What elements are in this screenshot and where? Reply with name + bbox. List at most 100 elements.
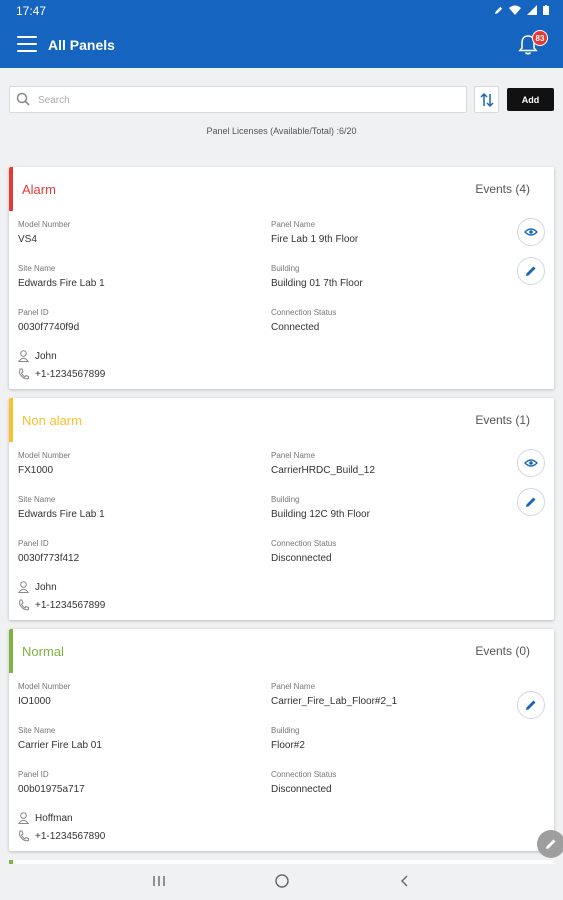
- floating-edit-button[interactable]: [537, 830, 563, 858]
- contact-phone-row: +1-1234567899: [18, 368, 105, 380]
- sort-button[interactable]: [474, 86, 499, 113]
- edit-button[interactable]: [517, 691, 545, 719]
- add-button[interactable]: Add: [507, 88, 554, 111]
- signal-icon: [527, 4, 537, 18]
- panel-card-normal[interactable]: Normal Events (0) Model Number IO1000 Pa…: [9, 629, 554, 851]
- status-accent: [9, 629, 13, 673]
- site-name-value: Edwards Fire Lab 1: [18, 278, 105, 289]
- home-icon[interactable]: [273, 872, 291, 890]
- panel-card-non-alarm[interactable]: Non alarm Events (1) Model Number FX1000…: [9, 398, 554, 620]
- eye-icon: [524, 228, 538, 236]
- phone-icon: [18, 830, 29, 842]
- view-button[interactable]: [517, 218, 545, 246]
- panel-status: Normal: [22, 644, 64, 659]
- panel-name-label: Panel Name: [271, 220, 316, 229]
- edit-status-icon: [494, 4, 503, 18]
- contact-phone-row: +1-1234567899: [18, 599, 105, 611]
- panel-licenses: Panel Licenses (Available/Total) :6/20: [206, 126, 357, 136]
- panel-status: Alarm: [22, 182, 56, 197]
- search-box: [9, 86, 467, 113]
- recent-apps-icon[interactable]: [150, 872, 168, 890]
- connection-status-label: Connection Status: [271, 539, 337, 548]
- connection-status-value: Connected: [271, 322, 320, 333]
- clock: 17:47: [16, 4, 47, 18]
- battery-icon: [543, 4, 549, 18]
- site-name-label: Site Name: [18, 495, 56, 504]
- contact-phone: +1-1234567890: [35, 830, 106, 842]
- model-number-label: Model Number: [18, 220, 71, 229]
- panel-name-value: Fire Lab 1 9th Floor: [271, 234, 359, 245]
- panel-id-value: 0030f7740f9d: [18, 322, 80, 333]
- model-number-value: FX1000: [18, 465, 54, 476]
- person-icon: [18, 812, 29, 824]
- page-title: All Panels: [48, 37, 115, 53]
- phone-icon: [18, 368, 29, 380]
- building-label: Building: [271, 495, 300, 504]
- contact-phone: +1-1234567899: [35, 599, 106, 611]
- events-link[interactable]: Events (1): [475, 413, 530, 427]
- system-icons: [494, 4, 549, 18]
- site-name-label: Site Name: [18, 264, 56, 273]
- contact-name-row: John: [18, 581, 57, 593]
- status-accent: [9, 167, 13, 211]
- site-name-value: Carrier Fire Lab 01: [18, 740, 102, 751]
- connection-status-value: Disconnected: [271, 553, 332, 564]
- contact-phone: +1-1234567899: [35, 368, 106, 380]
- site-name-label: Site Name: [18, 726, 56, 735]
- panel-id-value: 0030f773f412: [18, 553, 80, 564]
- pencil-icon: [526, 700, 536, 710]
- phone-icon: [18, 599, 29, 611]
- contact-phone-row: +1-1234567890: [18, 830, 105, 842]
- wifi-icon: [509, 4, 521, 18]
- system-nav-bar: [0, 860, 563, 900]
- model-number-value: VS4: [18, 234, 37, 245]
- panel-id-label: Panel ID: [18, 308, 49, 317]
- building-value: Building 01 7th Floor: [271, 278, 363, 289]
- events-link[interactable]: Events (4): [475, 182, 530, 196]
- building-value: Building 12C 9th Floor: [271, 509, 370, 520]
- search-icon: [16, 92, 30, 106]
- events-link[interactable]: Events (0): [475, 644, 530, 658]
- contact-name: John: [35, 581, 57, 593]
- status-bar: 17:47: [0, 0, 563, 22]
- search-input[interactable]: [38, 90, 458, 110]
- building-value: Floor#2: [271, 740, 305, 751]
- panel-name-value: CarrierHRDC_Build_12: [271, 465, 375, 476]
- panel-id-label: Panel ID: [18, 539, 49, 548]
- connection-status-label: Connection Status: [271, 308, 337, 317]
- panel-name-value: Carrier_Fire_Lab_Floor#2_1: [271, 696, 398, 707]
- edit-button[interactable]: [517, 488, 545, 516]
- connection-status-value: Disconnected: [271, 784, 332, 795]
- panel-name-label: Panel Name: [271, 451, 316, 460]
- notification-badge: 83: [532, 30, 548, 46]
- back-icon[interactable]: [396, 872, 414, 890]
- panel-status: Non alarm: [22, 413, 82, 428]
- contact-name-row: Hoffman: [18, 812, 73, 824]
- edit-button[interactable]: [517, 257, 545, 285]
- menu-icon[interactable]: [17, 36, 37, 52]
- model-number-label: Model Number: [18, 682, 71, 691]
- person-icon: [18, 581, 29, 593]
- site-name-value: Edwards Fire Lab 1: [18, 509, 105, 520]
- status-accent: [9, 398, 13, 442]
- building-label: Building: [271, 264, 300, 273]
- sort-icon: [480, 92, 494, 108]
- view-button[interactable]: [517, 449, 545, 477]
- pencil-icon: [546, 839, 556, 849]
- model-number-value: IO1000: [18, 696, 51, 707]
- building-label: Building: [271, 726, 300, 735]
- model-number-label: Model Number: [18, 451, 71, 460]
- next-card-peek: [9, 860, 554, 864]
- app-bar: All Panels 83: [0, 22, 563, 68]
- panel-id-value: 00b01975a717: [18, 784, 85, 795]
- pencil-icon: [526, 497, 536, 507]
- panel-name-label: Panel Name: [271, 682, 316, 691]
- contact-name: Hoffman: [35, 812, 73, 824]
- panel-card-alarm[interactable]: Alarm Events (4) Model Number VS4 Panel …: [9, 167, 554, 389]
- contact-name: John: [35, 350, 57, 362]
- connection-status-label: Connection Status: [271, 770, 337, 779]
- eye-icon: [524, 459, 538, 467]
- panel-id-label: Panel ID: [18, 770, 49, 779]
- person-icon: [18, 350, 29, 362]
- contact-name-row: John: [18, 350, 57, 362]
